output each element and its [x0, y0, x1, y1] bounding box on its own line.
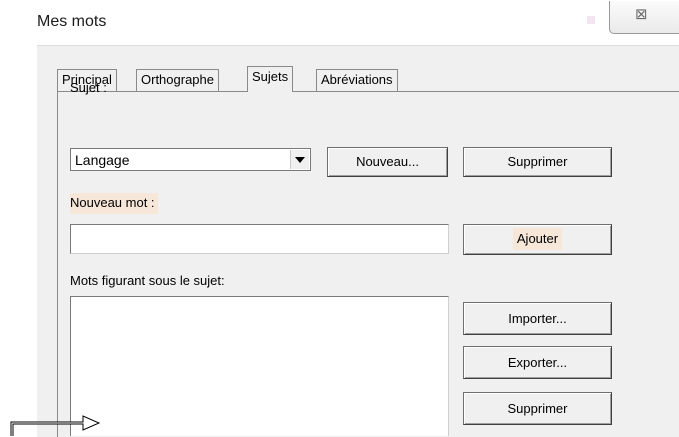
import-button[interactable]: Importer... — [463, 302, 612, 335]
subject-select[interactable]: Langage — [70, 148, 311, 171]
export-button-label: Exporter... — [507, 355, 568, 370]
new-subject-button[interactable]: Nouveau... — [327, 147, 448, 177]
delete-subject-button[interactable]: Supprimer — [463, 147, 612, 177]
tab-sujets[interactable]: Sujets — [247, 66, 294, 92]
delete-word-button[interactable]: Supprimer — [463, 392, 612, 425]
close-button[interactable]: ⊠ — [609, 1, 679, 34]
chevron-down-icon — [295, 157, 305, 163]
export-button[interactable]: Exporter... — [463, 346, 612, 379]
import-button-label: Importer... — [508, 311, 567, 326]
close-icon: ⊠ — [635, 5, 648, 23]
subject-label: Sujet : — [70, 80, 107, 95]
subject-select-value: Langage — [75, 152, 130, 168]
delete-subject-button-label: Supprimer — [507, 154, 568, 169]
new-subject-button-label: Nouveau... — [356, 154, 419, 169]
add-word-button-label: Ajouter — [512, 228, 563, 250]
window-title: Mes mots — [37, 13, 107, 30]
title-bar-indicator — [587, 16, 595, 24]
words-listbox[interactable] — [70, 296, 449, 436]
add-word-button[interactable]: Ajouter — [463, 224, 612, 255]
tab-orthographe[interactable]: Orthographe — [136, 69, 219, 91]
delete-word-button-label: Supprimer — [507, 401, 568, 416]
new-word-input[interactable] — [70, 224, 449, 254]
tab-abreviations[interactable]: Abréviations — [316, 69, 398, 91]
dropdown-button[interactable] — [290, 150, 309, 169]
new-word-label: Nouveau mot : — [70, 193, 158, 214]
words-list-label: Mots figurant sous le sujet: — [70, 273, 225, 288]
